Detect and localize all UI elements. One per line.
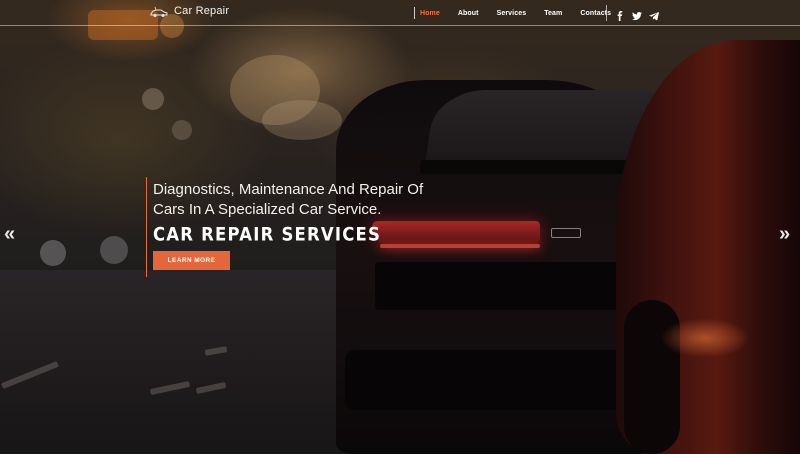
nav-item-team[interactable]: Team <box>544 10 562 17</box>
twitter-icon[interactable] <box>632 8 642 20</box>
car-logo-icon <box>150 5 168 17</box>
telegram-icon[interactable] <box>649 8 659 21</box>
main-nav: Home About Services Team Contacts <box>414 0 629 26</box>
header-divider <box>606 5 607 21</box>
nav-separator <box>414 7 415 19</box>
hero-subtitle: Diagnostics, Maintenance And Repair Of C… <box>153 181 424 218</box>
brand-logo[interactable]: Car Repair <box>150 5 229 17</box>
facebook-icon[interactable] <box>615 8 625 21</box>
nav-item-services[interactable]: Services <box>497 10 527 17</box>
slider-prev-icon[interactable]: « <box>4 224 15 244</box>
learn-more-button[interactable]: LEARN MORE <box>153 251 230 270</box>
nav-item-about[interactable]: About <box>458 10 479 17</box>
social-links <box>615 0 666 26</box>
hero-accent-bar <box>146 177 147 277</box>
hero-title: CAR REPAIR SERVICES <box>153 223 382 245</box>
slider-next-icon[interactable]: » <box>779 224 790 244</box>
brand-name: Car Repair <box>174 5 230 17</box>
hero-caption: Diagnostics, Maintenance And Repair Of C… <box>146 177 466 277</box>
site-header: Car Repair Home About Services Team Cont… <box>0 0 800 26</box>
nav-item-home[interactable]: Home <box>420 10 440 17</box>
